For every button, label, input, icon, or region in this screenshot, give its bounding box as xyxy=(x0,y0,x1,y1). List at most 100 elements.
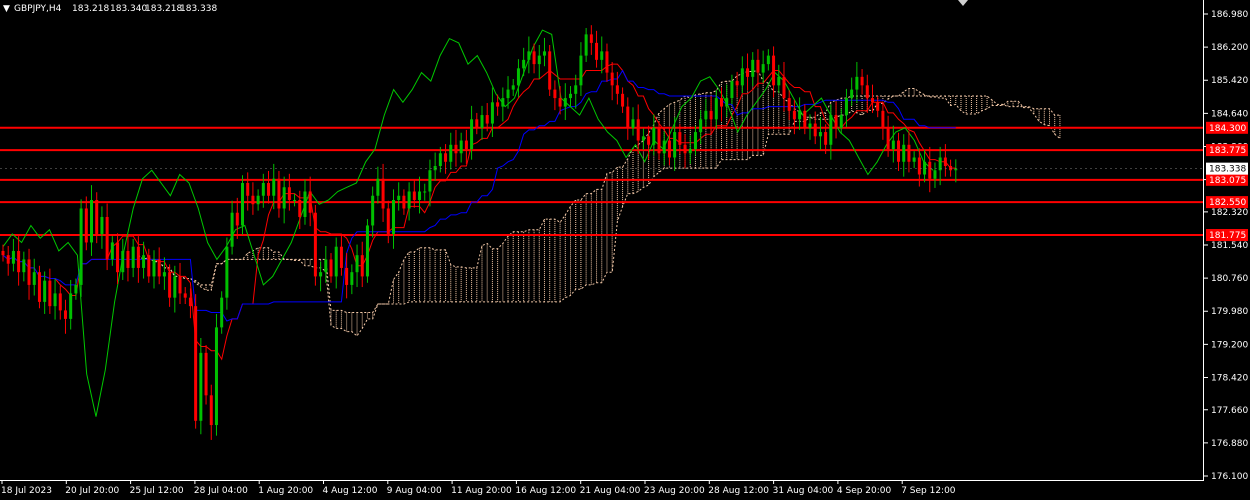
candle-body xyxy=(152,259,156,277)
candle-body xyxy=(90,199,94,243)
y-tick-label: 182.320 xyxy=(1211,208,1248,218)
candle xyxy=(365,219,369,283)
candle-body xyxy=(907,144,911,162)
candle-body xyxy=(569,93,573,99)
candle-body xyxy=(454,144,458,154)
candle-body xyxy=(418,191,422,200)
candle-body xyxy=(657,127,661,154)
candle-body xyxy=(720,98,723,107)
candle-body xyxy=(860,76,864,86)
candle-body xyxy=(548,51,552,90)
candle xyxy=(548,44,552,96)
candle-body xyxy=(636,119,640,141)
y-tick-label: 176.100 xyxy=(1211,472,1248,482)
candle-body xyxy=(110,242,114,260)
candle-body xyxy=(949,166,953,171)
candle-body xyxy=(522,59,526,69)
candle-body xyxy=(808,123,812,128)
candle-body xyxy=(881,110,885,128)
candle-body xyxy=(428,170,432,192)
candle-body xyxy=(897,140,901,162)
y-tick-label: 186.200 xyxy=(1211,43,1248,53)
x-tick-label: 7 Sep 12:00 xyxy=(901,486,956,496)
candle-body xyxy=(506,89,510,99)
candle-body xyxy=(147,255,151,277)
candle-body xyxy=(32,272,36,285)
candle-body xyxy=(126,250,130,268)
candle-body xyxy=(188,297,192,307)
triangle-down-icon[interactable]: ▼ xyxy=(3,4,10,14)
candle-body xyxy=(470,119,474,150)
x-tick-label: 11 Aug 20:00 xyxy=(451,486,512,496)
candle-body xyxy=(329,259,333,277)
candle-body xyxy=(173,276,177,298)
candle-body xyxy=(402,195,406,209)
candle-body xyxy=(475,119,479,128)
y-tick-label: 181.540 xyxy=(1211,241,1248,251)
candle-body xyxy=(84,208,88,243)
candle-body xyxy=(345,267,349,285)
level-price-label: 181.775 xyxy=(1209,231,1246,241)
x-tick-label: 25 Jul 12:00 xyxy=(130,486,184,496)
candle-body xyxy=(376,178,380,196)
candle-body xyxy=(371,195,375,226)
candle-body xyxy=(532,51,536,65)
candle-body xyxy=(17,250,21,273)
candle-body xyxy=(709,110,713,120)
candle-body xyxy=(683,144,687,154)
candle-body xyxy=(574,85,578,94)
candle-body xyxy=(678,132,682,145)
candle-body xyxy=(662,140,666,154)
candle-body xyxy=(485,115,489,124)
candle-body xyxy=(803,110,807,128)
candle-body xyxy=(438,153,442,167)
candle-body xyxy=(496,102,500,107)
x-tick-label: 4 Aug 12:00 xyxy=(323,486,378,496)
candle-body xyxy=(490,102,494,124)
candle-body xyxy=(579,55,583,86)
candle-body xyxy=(74,284,78,294)
y-tick-label: 180.760 xyxy=(1211,274,1248,284)
candle-body xyxy=(142,255,146,268)
candle xyxy=(79,199,83,297)
price-chart[interactable]: 186.980186.200185.420184.640183.860183.0… xyxy=(0,0,1250,500)
candle-body xyxy=(360,255,364,277)
candle-body xyxy=(1,250,5,256)
candle-body xyxy=(225,246,229,298)
y-tick-label: 184.640 xyxy=(1211,109,1248,119)
x-tick-label: 23 Aug 20:00 xyxy=(644,486,705,496)
candle-body xyxy=(105,216,109,260)
candle-body xyxy=(58,293,62,311)
x-tick-label: 16 Aug 12:00 xyxy=(515,486,576,496)
candle-body xyxy=(886,127,890,150)
candle-body xyxy=(277,178,281,209)
candle-body xyxy=(412,191,416,200)
candle-body xyxy=(168,272,172,298)
candle-body xyxy=(751,59,755,77)
candle-body xyxy=(641,136,645,141)
candle-body xyxy=(725,98,729,107)
candle-body xyxy=(787,98,791,111)
candle-body xyxy=(27,259,31,285)
x-tick-label: 20 Jul 20:00 xyxy=(65,486,119,496)
candle-body xyxy=(313,212,317,277)
candle-body xyxy=(902,144,906,162)
candle-body xyxy=(391,199,395,234)
candle-body xyxy=(923,161,927,175)
candle-body xyxy=(433,166,437,171)
candle-body xyxy=(37,272,41,302)
candle-body xyxy=(282,187,286,209)
candle-body xyxy=(397,195,401,200)
candle-body xyxy=(917,157,921,175)
price-axis[interactable]: 186.980186.200185.420184.640183.860183.0… xyxy=(1204,10,1248,482)
candle-body xyxy=(870,98,874,103)
candle-body xyxy=(256,195,260,205)
candle-body xyxy=(116,242,120,273)
candle-body xyxy=(449,144,453,162)
y-tick-label: 178.420 xyxy=(1211,373,1248,383)
candle-body xyxy=(824,132,828,145)
symbol-label: GBPJPY,H4 xyxy=(14,4,62,14)
level-price-label: 183.075 xyxy=(1209,176,1246,186)
candle-body xyxy=(605,51,609,73)
candle-body xyxy=(407,191,411,209)
